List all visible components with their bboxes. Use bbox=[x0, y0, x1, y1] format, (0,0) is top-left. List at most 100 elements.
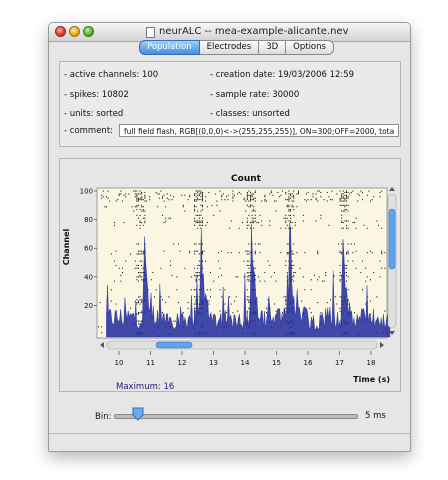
spike-mark bbox=[363, 224, 365, 226]
spike-mark bbox=[104, 206, 106, 208]
spike-mark bbox=[198, 274, 200, 276]
spike-mark bbox=[259, 280, 261, 282]
y-tick-label: 60 bbox=[84, 245, 93, 253]
spike-mark bbox=[317, 200, 319, 202]
spike-mark bbox=[258, 243, 259, 245]
spike-mark bbox=[142, 217, 144, 219]
spike-mark bbox=[248, 280, 250, 282]
spike-mark bbox=[346, 227, 347, 229]
x-tick-label: 16 bbox=[304, 359, 313, 367]
scroll-right-arrow-icon[interactable] bbox=[380, 342, 384, 348]
spike-mark bbox=[243, 199, 245, 201]
spike-mark bbox=[291, 193, 293, 195]
spike-mark bbox=[202, 206, 203, 208]
spike-mark bbox=[269, 220, 271, 222]
spike-mark bbox=[208, 303, 210, 305]
spike-mark bbox=[136, 253, 138, 255]
spike-mark bbox=[170, 260, 171, 262]
spike-mark bbox=[378, 224, 379, 226]
spike-mark bbox=[197, 227, 199, 229]
spike-mark bbox=[331, 199, 333, 201]
spike-mark bbox=[275, 310, 277, 312]
spike-mark bbox=[341, 204, 343, 206]
spike-mark bbox=[136, 303, 138, 305]
bin-slider-track[interactable] bbox=[114, 414, 358, 419]
tab-3d[interactable]: 3D bbox=[259, 40, 287, 55]
spike-mark bbox=[139, 197, 141, 199]
spike-mark bbox=[339, 307, 341, 309]
spike-mark bbox=[339, 274, 341, 276]
tab-population[interactable]: Population bbox=[139, 40, 200, 55]
spike-mark bbox=[315, 199, 317, 201]
spike-mark bbox=[138, 197, 139, 199]
spike-mark bbox=[254, 253, 256, 255]
spike-mark bbox=[274, 303, 275, 305]
spike-mark bbox=[280, 227, 282, 229]
spike-mark bbox=[294, 222, 296, 224]
count-maximum-label: Maximum: 16 bbox=[116, 382, 175, 392]
spike-mark bbox=[144, 197, 146, 199]
spike-mark bbox=[238, 252, 240, 254]
spike-mark bbox=[181, 194, 183, 196]
spike-mark bbox=[283, 217, 285, 219]
spike-mark bbox=[187, 199, 189, 201]
spike-mark bbox=[158, 193, 160, 195]
spike-mark bbox=[259, 214, 261, 216]
spike-mark bbox=[202, 209, 203, 211]
x-tick-label: 14 bbox=[241, 359, 250, 367]
spike-mark bbox=[341, 214, 343, 216]
horizontal-scroll-thumb[interactable] bbox=[155, 341, 193, 349]
spike-mark bbox=[202, 193, 203, 195]
spike-mark bbox=[202, 220, 203, 222]
spike-mark bbox=[250, 194, 251, 196]
tab-electrodes[interactable]: Electrodes bbox=[199, 40, 260, 55]
tab-options[interactable]: Options bbox=[286, 40, 334, 55]
comment-field[interactable]: full field flash, RGB[(0,0,0)<->(255,255… bbox=[119, 124, 399, 137]
spike-mark bbox=[139, 296, 141, 298]
spike-mark bbox=[290, 217, 291, 219]
spike-mark bbox=[320, 196, 322, 198]
spike-mark bbox=[285, 214, 287, 216]
spike-mark bbox=[198, 193, 200, 195]
spike-mark bbox=[288, 214, 290, 216]
spike-mark bbox=[238, 227, 240, 229]
spike-mark bbox=[139, 199, 141, 201]
spike-mark bbox=[294, 272, 296, 274]
zoom-button[interactable] bbox=[83, 26, 94, 37]
spike-mark bbox=[141, 300, 143, 302]
spike-mark bbox=[205, 196, 207, 198]
spike-mark bbox=[248, 296, 250, 298]
spike-mark bbox=[258, 222, 259, 224]
spike-mark bbox=[379, 191, 381, 193]
spike-mark bbox=[224, 289, 226, 291]
spike-mark bbox=[138, 313, 139, 315]
close-button[interactable] bbox=[55, 26, 66, 37]
vertical-scroll-thumb[interactable] bbox=[388, 208, 396, 270]
spike-mark bbox=[141, 279, 143, 281]
spike-mark bbox=[341, 222, 343, 224]
spike-mark bbox=[202, 191, 203, 193]
y-tick-label: 20 bbox=[84, 302, 93, 310]
spike-mark bbox=[290, 209, 291, 211]
bin-slider-knob[interactable] bbox=[132, 407, 144, 421]
spike-mark bbox=[200, 199, 202, 201]
scroll-left-arrow-icon[interactable] bbox=[100, 342, 104, 348]
spike-mark bbox=[288, 193, 290, 195]
spike-mark bbox=[339, 252, 341, 254]
spike-mark bbox=[269, 224, 271, 226]
spike-mark bbox=[106, 206, 107, 208]
spike-mark bbox=[213, 280, 215, 282]
spike-mark bbox=[115, 250, 117, 252]
spike-mark bbox=[342, 197, 344, 199]
spike-mark bbox=[243, 197, 245, 199]
scroll-up-arrow-icon[interactable] bbox=[389, 187, 395, 191]
horizontal-scrollbar[interactable] bbox=[106, 340, 378, 350]
spike-mark bbox=[347, 191, 349, 193]
spike-mark bbox=[342, 222, 344, 224]
spike-mark bbox=[194, 250, 195, 252]
active-channels-text: - active channels: 100 bbox=[64, 70, 159, 80]
spike-mark bbox=[291, 227, 293, 229]
spike-mark bbox=[130, 253, 131, 255]
minimize-button[interactable] bbox=[69, 26, 80, 37]
spike-mark bbox=[226, 196, 227, 198]
